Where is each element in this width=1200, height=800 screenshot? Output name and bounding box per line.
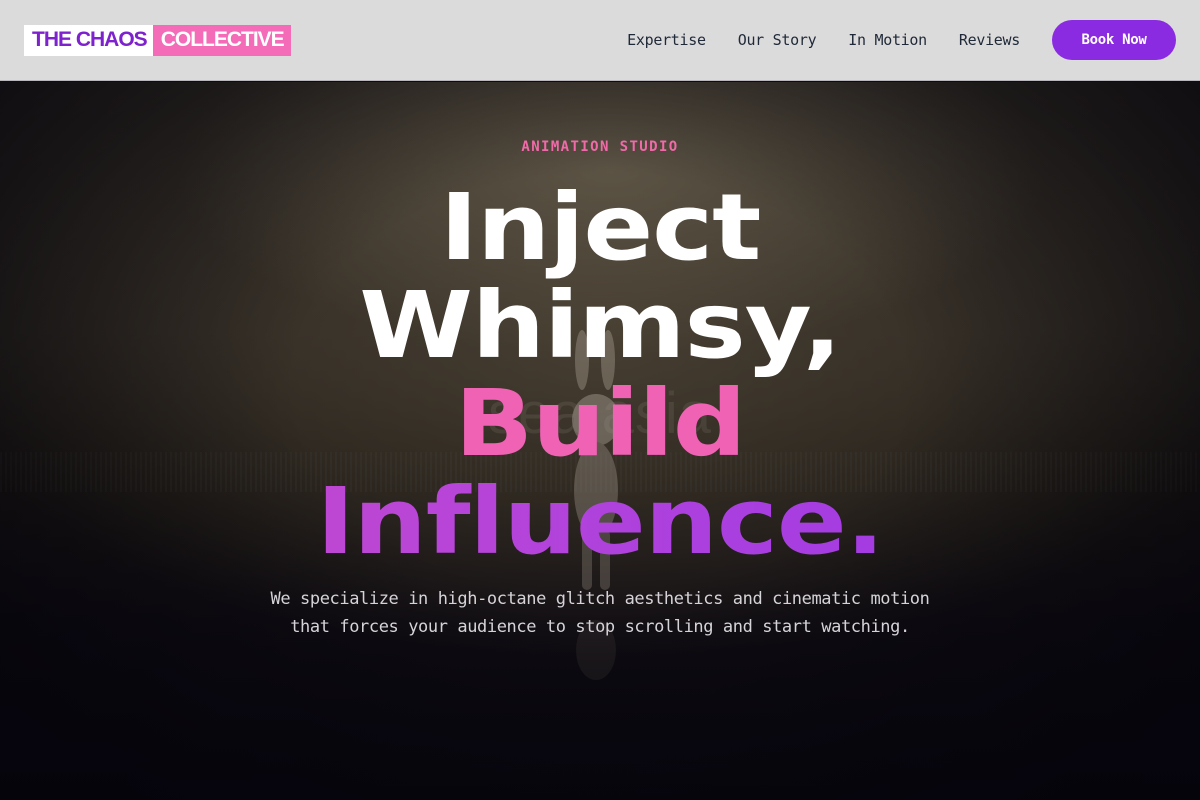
hero-section: sea asia ANIMATION STUDIO Inject Whimsy,… [0, 82, 1200, 800]
headline-line-4: Influence. [0, 474, 1200, 570]
hero-description-line-2: that forces your audience to stop scroll… [290, 617, 910, 637]
brand-logo-part2: COLLECTIVE [152, 24, 291, 56]
brand-logo-part1: THE CHAOS [24, 24, 153, 56]
hero-description-line-1: We specialize in high-octane glitch aest… [270, 589, 930, 609]
headline-line-1: Inject [439, 174, 762, 281]
headline-line-2: Whimsy, [359, 272, 842, 379]
nav-link-expertise[interactable]: Expertise [627, 31, 706, 49]
site-header: THE CHAOS COLLECTIVE Expertise Our Story… [0, 0, 1200, 81]
hero-description: We specialize in high-octane glitch aest… [250, 585, 950, 641]
nav-link-in-motion[interactable]: In Motion [848, 31, 927, 49]
book-now-button[interactable]: Book Now [1052, 20, 1176, 60]
brand-logo[interactable]: THE CHAOS COLLECTIVE [24, 24, 291, 56]
nav-link-our-story[interactable]: Our Story [738, 31, 817, 49]
nav-link-reviews[interactable]: Reviews [959, 31, 1020, 49]
main-nav: Expertise Our Story In Motion Reviews Bo… [627, 20, 1176, 60]
headline-line-3: Build [454, 370, 747, 477]
hero-eyebrow: ANIMATION STUDIO [521, 139, 679, 155]
